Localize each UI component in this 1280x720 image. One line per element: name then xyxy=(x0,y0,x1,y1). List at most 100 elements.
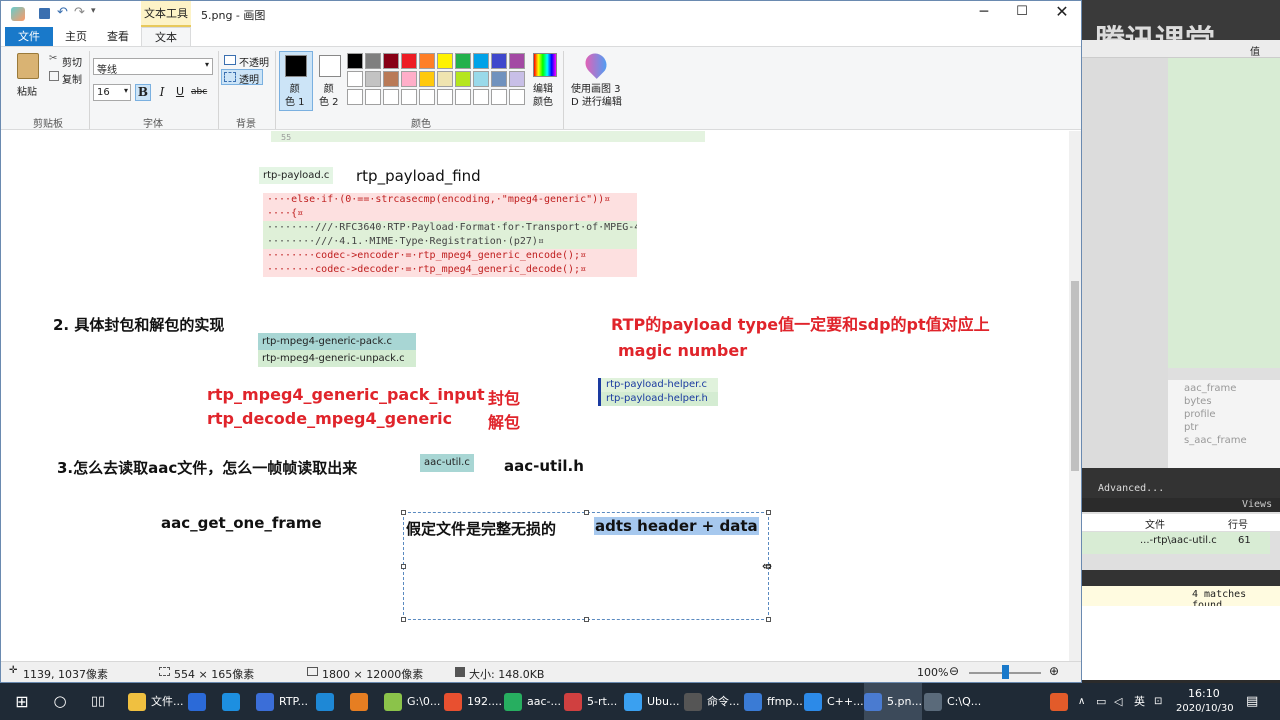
taskbar-item-file-explorer[interactable]: 文件... xyxy=(128,683,184,720)
zoom-in-button[interactable]: ⊕ xyxy=(1049,664,1059,678)
font-family-select[interactable]: 等线 ▾ xyxy=(93,58,213,76)
clock-time[interactable]: 16:10 xyxy=(1188,687,1220,700)
color-swatch[interactable] xyxy=(455,53,471,69)
tab-home[interactable]: 主页 xyxy=(57,27,95,47)
color-swatch[interactable] xyxy=(473,71,489,87)
taskbar-item-5-rtp[interactable]: 5-rt... xyxy=(564,683,617,720)
ime-extra-icon[interactable]: ⊡ xyxy=(1154,683,1162,720)
save-icon[interactable] xyxy=(39,8,50,19)
copy-icon[interactable] xyxy=(49,71,59,81)
taskbar-item-qt[interactable]: aac-... xyxy=(504,683,561,720)
empty-color-swatch[interactable] xyxy=(473,89,489,105)
color2-label[interactable]: 颜 色 2 xyxy=(319,83,339,109)
empty-color-swatch[interactable] xyxy=(419,89,435,105)
color-swatch[interactable] xyxy=(509,71,525,87)
scroll-thumb[interactable] xyxy=(1071,281,1079,471)
member-item[interactable]: ptr xyxy=(1184,422,1198,433)
minimize-button[interactable]: ─ xyxy=(969,4,999,20)
undo-icon[interactable]: ↶ xyxy=(57,5,68,20)
text-box[interactable]: 假定文件是完整无损的 adts header + data ⇔ xyxy=(401,510,772,622)
color-swatch[interactable] xyxy=(419,71,435,87)
color-swatch[interactable] xyxy=(401,71,417,87)
member-item[interactable]: profile xyxy=(1184,409,1216,420)
italic-button[interactable]: I xyxy=(155,85,169,99)
color-swatch[interactable] xyxy=(437,71,453,87)
taskbar-item-c-folder[interactable]: C:\Q... xyxy=(924,683,981,720)
scissors-icon[interactable]: ✂ xyxy=(49,53,57,64)
resize-handle[interactable] xyxy=(401,617,406,622)
empty-color-swatch[interactable] xyxy=(455,89,471,105)
font-size-select[interactable]: 16 ▾ xyxy=(93,84,131,101)
color-wheel-icon[interactable] xyxy=(533,53,557,77)
taskbar-item-ubuntu[interactable]: Ubu... xyxy=(624,683,680,720)
color-swatch[interactable] xyxy=(365,71,381,87)
color2-swatch[interactable] xyxy=(319,55,341,77)
taskbar-item-browser[interactable] xyxy=(222,683,245,720)
vertical-scrollbar[interactable] xyxy=(1069,131,1081,661)
paint3d-button[interactable]: 使用画图 3 D 进行编辑 xyxy=(571,83,622,109)
color-swatch[interactable] xyxy=(455,71,471,87)
resize-handle[interactable] xyxy=(584,617,589,622)
paste-button[interactable]: 粘贴 xyxy=(17,83,37,98)
member-item[interactable]: s_aac_frame xyxy=(1184,435,1247,446)
tab-view[interactable]: 查看 xyxy=(99,27,137,47)
taskbar-item-remote[interactable]: 192.... xyxy=(444,683,502,720)
resize-handle[interactable] xyxy=(584,510,589,515)
color-swatch[interactable] xyxy=(383,71,399,87)
tab-text[interactable]: 文本 xyxy=(141,27,191,47)
color-swatch[interactable] xyxy=(491,71,507,87)
task-view-icon[interactable]: ▯▯ xyxy=(86,683,110,720)
redo-icon[interactable]: ↷ xyxy=(74,5,85,20)
cut-button[interactable]: 剪切 xyxy=(62,54,82,69)
color-swatch[interactable] xyxy=(401,53,417,69)
empty-color-swatch[interactable] xyxy=(383,89,399,105)
canvas[interactable]: 55 rtp-payload.c rtp_payload_find ····el… xyxy=(1,131,1071,661)
start-button[interactable]: ⊞ xyxy=(8,683,36,720)
taskbar-item-cmd[interactable]: 命令... xyxy=(684,683,740,720)
color-swatch[interactable] xyxy=(383,53,399,69)
member-item[interactable]: bytes xyxy=(1184,396,1212,407)
clock-date[interactable]: 2020/10/30 xyxy=(1176,703,1234,714)
color-swatch[interactable] xyxy=(419,53,435,69)
strikethrough-button[interactable]: abc xyxy=(191,87,207,97)
color-swatch[interactable] xyxy=(347,71,363,87)
tray-chevron-icon[interactable]: ∧ xyxy=(1078,683,1085,720)
color-swatch[interactable] xyxy=(365,53,381,69)
member-item[interactable]: aac_frame xyxy=(1184,383,1236,394)
edit-colors-button[interactable]: 编辑 颜色 xyxy=(533,83,553,109)
color-swatch[interactable] xyxy=(473,53,489,69)
close-button[interactable]: ✕ xyxy=(1045,2,1079,21)
taskbar-item-cpp[interactable]: C++... xyxy=(804,683,864,720)
paste-icon[interactable] xyxy=(17,53,39,79)
ime-icon[interactable] xyxy=(1050,683,1068,720)
resize-handle[interactable] xyxy=(401,510,406,515)
network-icon[interactable]: ▭ xyxy=(1096,683,1106,720)
maximize-button[interactable]: ☐ xyxy=(1007,4,1037,19)
empty-color-swatch[interactable] xyxy=(491,89,507,105)
resize-handle[interactable] xyxy=(766,510,771,515)
color-swatch[interactable] xyxy=(509,53,525,69)
underline-button[interactable]: U xyxy=(173,85,187,98)
color-swatch[interactable] xyxy=(437,53,453,69)
taskbar-item-word[interactable] xyxy=(188,683,211,720)
opaque-icon[interactable] xyxy=(224,55,236,65)
advanced-button[interactable]: Advanced... xyxy=(1098,483,1164,494)
empty-color-swatch[interactable] xyxy=(347,89,363,105)
zoom-out-button[interactable]: ⊖ xyxy=(949,664,959,678)
taskbar-item-g-folder[interactable]: G:\0... xyxy=(384,683,440,720)
empty-color-swatch[interactable] xyxy=(509,89,525,105)
volume-icon[interactable]: ◁ xyxy=(1114,683,1122,720)
notification-icon[interactable]: ▤ xyxy=(1246,683,1258,720)
paint3d-icon[interactable] xyxy=(581,49,611,79)
color-swatch[interactable] xyxy=(347,53,363,69)
taskbar-item-rtp[interactable]: RTP... xyxy=(256,683,308,720)
ime-mode-icon[interactable]: 英 xyxy=(1134,683,1145,720)
color-swatch[interactable] xyxy=(491,53,507,69)
taskbar-item-paint[interactable]: 5.pn... xyxy=(864,683,922,720)
empty-color-swatch[interactable] xyxy=(401,89,417,105)
resize-handle[interactable] xyxy=(401,564,406,569)
empty-color-swatch[interactable] xyxy=(437,89,453,105)
search-icon[interactable]: ○ xyxy=(48,683,72,720)
opaque-option[interactable]: 不透明 xyxy=(239,54,269,69)
taskbar-item-vscode[interactable] xyxy=(316,683,339,720)
